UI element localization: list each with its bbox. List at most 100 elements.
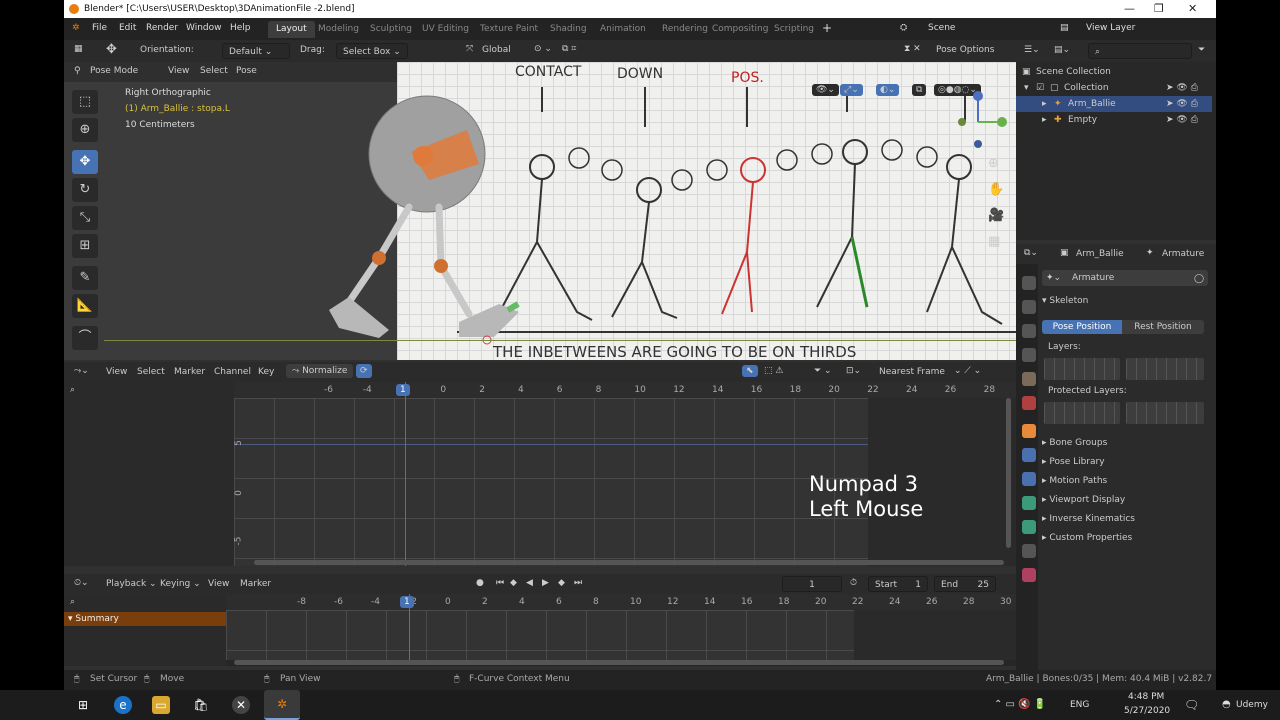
- pose-position-button[interactable]: Pose Position: [1042, 320, 1122, 334]
- tab-uv-editing[interactable]: UV Editing: [414, 21, 477, 38]
- row-visibility-icons[interactable]: ➤ 👁 ⎙: [1166, 99, 1198, 109]
- layers-grid-b[interactable]: [1126, 358, 1204, 380]
- layers-grid-a[interactable]: [1044, 358, 1120, 380]
- pivot-icon[interactable]: ⊙ ⌄: [534, 44, 552, 54]
- timeline-frame-ruler[interactable]: -8-6-4-202468101214161820222426283032: [226, 594, 1048, 610]
- channel-search-icon[interactable]: ⌕: [70, 385, 75, 395]
- scale-tool[interactable]: ⤡: [72, 206, 98, 230]
- start-frame-field[interactable]: Start 1: [868, 576, 928, 592]
- fake-user-icon[interactable]: ◯: [1194, 274, 1204, 284]
- panel-custom-properties[interactable]: ▸ Custom Properties: [1042, 533, 1132, 543]
- display-mode-icon[interactable]: ▤⌄: [1054, 45, 1070, 55]
- menu-render[interactable]: Render: [146, 23, 178, 33]
- graph-vertical-scrollbar[interactable]: [1006, 398, 1011, 548]
- navigation-gizmo[interactable]: [958, 88, 1010, 148]
- end-frame-field[interactable]: End 25: [934, 576, 996, 592]
- play-icon[interactable]: ▶: [542, 578, 549, 588]
- outliner-item-collection[interactable]: ▾ ☑ ▢ Collection ➤ 👁 ⎙: [1016, 80, 1212, 96]
- auto-keying-icon[interactable]: ●: [476, 578, 484, 588]
- current-frame-field[interactable]: 1: [782, 576, 842, 592]
- graph-menu-view[interactable]: View: [106, 367, 127, 377]
- graph-menu-marker[interactable]: Marker: [174, 367, 205, 377]
- camera-view-icon[interactable]: 🎥: [988, 208, 1004, 223]
- annotate-tool[interactable]: ✎: [72, 266, 98, 290]
- pivot-dropdown-icon[interactable]: ⌄ ⟋ ⌄: [954, 366, 981, 376]
- tab-modeling[interactable]: Modeling: [310, 21, 367, 38]
- timeline-menu-playback[interactable]: Playback ⌄: [106, 579, 157, 589]
- transform-orientation-value[interactable]: Global: [482, 45, 511, 55]
- properties-editor-type-icon[interactable]: ⧉⌄: [1024, 248, 1038, 258]
- timeline-editor-type-icon[interactable]: ⏲⌄: [74, 578, 89, 588]
- outliner-search-input[interactable]: ⌕: [1088, 43, 1192, 59]
- timeline-menu-keying[interactable]: Keying ⌄: [160, 579, 201, 589]
- row-visibility-icons[interactable]: ➤ 👁 ⎙: [1166, 83, 1198, 93]
- protected-layers-grid-a[interactable]: [1044, 402, 1120, 424]
- object-tab-icon[interactable]: [1022, 424, 1036, 438]
- close-icon[interactable]: ✕: [1188, 2, 1197, 15]
- filter-icon[interactable]: ⏷ ⌄: [814, 366, 832, 376]
- zoom-view-icon[interactable]: ⊕: [988, 156, 999, 171]
- 3d-viewport[interactable]: Right Orthographic (1) Arm_Ballie : stop…: [64, 62, 1016, 360]
- bone-constraint-tab-icon[interactable]: [1022, 544, 1036, 558]
- mode-dropdown[interactable]: Pose Mode: [90, 66, 138, 76]
- expand-icon[interactable]: ▾: [1024, 83, 1029, 93]
- select-box-tool[interactable]: ⬚: [72, 90, 98, 114]
- relax-tool[interactable]: ⌒: [72, 326, 98, 350]
- graph-menu-key[interactable]: Key: [258, 367, 274, 377]
- graph-current-frame[interactable]: 1: [396, 384, 410, 396]
- only-selected-icon[interactable]: ⬉: [742, 365, 758, 377]
- auto-normalize-icon[interactable]: ⟳: [356, 364, 372, 378]
- timeline-menu-marker[interactable]: Marker: [240, 579, 271, 589]
- checkbox-icon[interactable]: ☑: [1036, 83, 1044, 93]
- notification-icon[interactable]: 🗨: [1184, 698, 1199, 712]
- windows-start-icon[interactable]: ⊞: [74, 696, 92, 714]
- outliner-filter-icon[interactable]: ⏷: [1198, 45, 1205, 55]
- auto-snap-icon[interactable]: ⊡⌄: [846, 366, 861, 376]
- view-layer-name[interactable]: View Layer: [1086, 23, 1135, 33]
- output-tab-icon[interactable]: [1022, 324, 1036, 338]
- panel-motion-paths[interactable]: ▸ Motion Paths: [1042, 476, 1107, 486]
- file-explorer-icon[interactable]: ▭: [152, 696, 170, 714]
- timeline-current-frame[interactable]: 1: [400, 596, 414, 608]
- menu-window[interactable]: Window: [186, 23, 222, 33]
- gizmo-icon[interactable]: ⤢⌄: [840, 84, 863, 96]
- snap-icon[interactable]: ⧉ ⌗: [562, 44, 576, 54]
- bone-tab-icon[interactable]: [1022, 520, 1036, 534]
- protected-layers-grid-b[interactable]: [1126, 402, 1204, 424]
- timeline-area[interactable]: [226, 610, 854, 660]
- tab-scripting[interactable]: Scripting: [766, 21, 822, 38]
- graph-menu-select[interactable]: Select: [137, 367, 165, 377]
- rest-position-button[interactable]: Rest Position: [1122, 320, 1204, 334]
- tab-texture-paint[interactable]: Texture Paint: [472, 21, 546, 38]
- cursor-tool[interactable]: ⊕: [72, 118, 98, 142]
- preview-range-icon[interactable]: ⏱: [850, 578, 857, 588]
- tab-animation[interactable]: Animation: [592, 21, 654, 38]
- jump-start-icon[interactable]: ⏮: [496, 578, 504, 588]
- pan-view-icon[interactable]: ✋: [988, 182, 1004, 197]
- move-tool[interactable]: ✥: [72, 150, 98, 174]
- texture-tab-icon[interactable]: [1022, 568, 1036, 582]
- outliner-item-arm-ballie[interactable]: ▸ ✦ Arm_Ballie ➤ 👁 ⎙: [1016, 96, 1212, 112]
- drag-dropdown[interactable]: Select Box ⌄: [336, 43, 408, 59]
- view-layer-tab-icon[interactable]: [1022, 348, 1036, 362]
- character-rig[interactable]: [319, 82, 559, 360]
- add-workspace-icon[interactable]: +: [822, 21, 832, 35]
- row-visibility-icons[interactable]: ➤ 👁 ⎙: [1166, 115, 1198, 125]
- outliner-editor-type-icon[interactable]: ☰⌄: [1024, 45, 1040, 55]
- armature-data-tab-icon[interactable]: [1022, 496, 1036, 510]
- render-tab-icon[interactable]: [1022, 300, 1036, 314]
- tab-shading[interactable]: Shading: [542, 21, 595, 38]
- x-mirror-icon[interactable]: ⧗ ✕: [904, 44, 921, 54]
- editor-type-icon[interactable]: ▦: [74, 44, 83, 54]
- xray-icon[interactable]: ⧉: [912, 84, 927, 96]
- xbox-icon[interactable]: ✕: [232, 696, 250, 714]
- armature-datablock-field[interactable]: ✦⌄ Armature: [1042, 270, 1208, 286]
- tray-time[interactable]: 4:48 PM: [1128, 692, 1164, 702]
- tray-language[interactable]: ENG: [1070, 700, 1089, 710]
- panel-bone-groups[interactable]: ▸ Bone Groups: [1042, 438, 1107, 448]
- graph-editor-type-icon[interactable]: ⤳⌄: [74, 366, 89, 376]
- blender-taskbar-icon[interactable]: ✲: [264, 690, 300, 720]
- rotate-tool[interactable]: ↻: [72, 178, 98, 202]
- store-icon[interactable]: 🛍: [192, 696, 210, 714]
- normalize-toggle[interactable]: ⤳ Normalize: [286, 364, 354, 378]
